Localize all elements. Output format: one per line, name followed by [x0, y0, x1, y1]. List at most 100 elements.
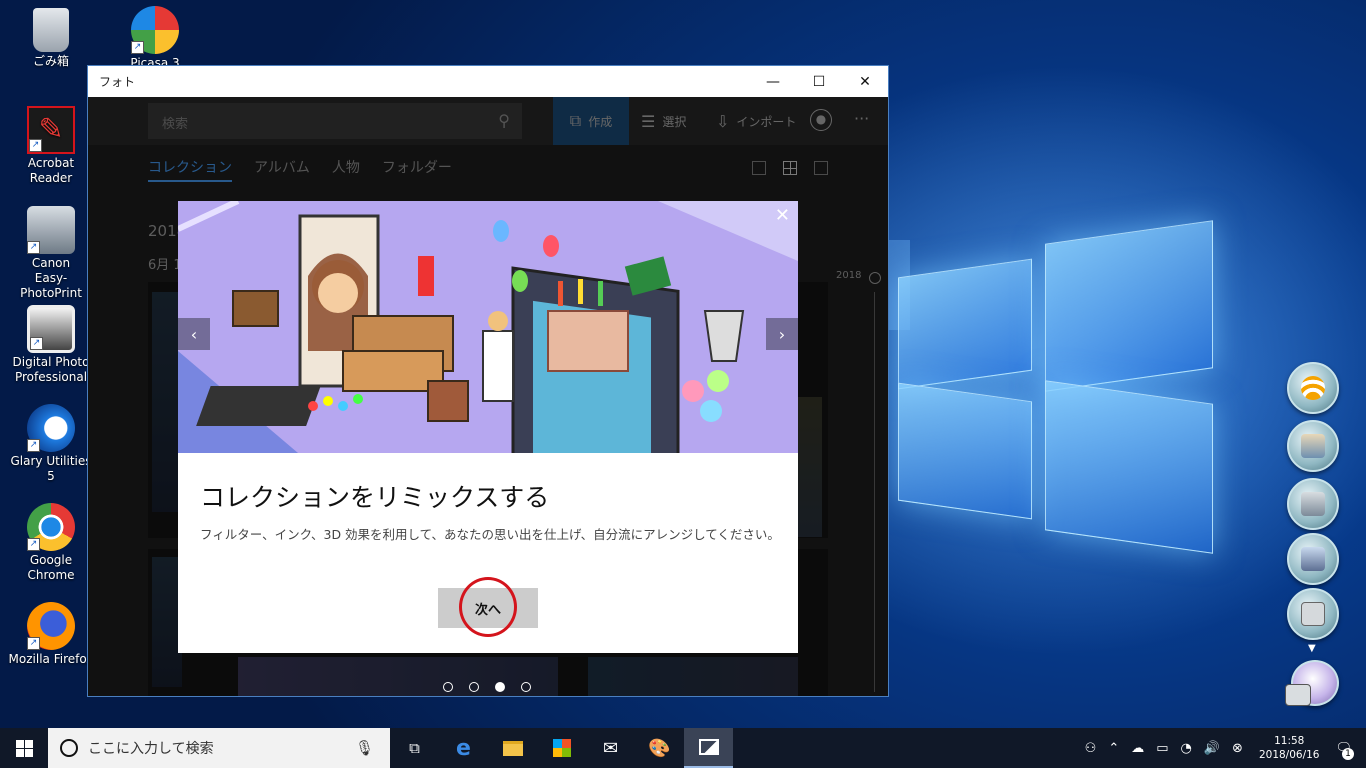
- wallpaper-logo-pane: [898, 258, 1032, 390]
- edge-icon: e: [456, 735, 471, 761]
- chevron-down-icon[interactable]: ▼: [1308, 643, 1316, 654]
- taskbar-photos[interactable]: [684, 728, 733, 768]
- gadget-photo-1[interactable]: [1287, 420, 1339, 472]
- wallpaper-logo-pane: [1045, 220, 1213, 392]
- cortana-icon: [60, 739, 78, 757]
- pager-dots: [443, 682, 531, 692]
- shortcut-arrow-icon: ↗: [27, 538, 40, 551]
- remix-illustration: [178, 201, 798, 453]
- chrome-icon: ↗: [27, 503, 75, 551]
- acrobat-icon: ✎ ↗: [27, 106, 75, 154]
- desktop-icon-label: Canon Easy-PhotoPrint: [20, 256, 82, 300]
- task-view-button[interactable]: ⧉: [390, 728, 439, 768]
- notification-badge: 1: [1342, 747, 1354, 760]
- photos-app-icon: [698, 739, 719, 755]
- dialog-close-icon[interactable]: ✕: [775, 205, 790, 226]
- desktop-icon-label: Digital Photo Professional: [12, 355, 90, 384]
- folder-icon: [502, 740, 523, 756]
- taskbar-mail[interactable]: ✉: [586, 728, 635, 768]
- pager-dot-active[interactable]: [495, 682, 505, 692]
- previous-arrow-button[interactable]: ‹: [178, 318, 210, 350]
- wallpaper-logo-pane: [898, 382, 1032, 520]
- desktop-icon-label: Google Chrome: [27, 553, 75, 582]
- dialog-title: コレクションをリミックスする: [200, 483, 550, 512]
- clock-date: 2018/06/16: [1258, 749, 1320, 761]
- shortcut-arrow-icon: ↗: [27, 241, 40, 254]
- gadget-photo-2[interactable]: [1287, 478, 1339, 530]
- taskbar-paint[interactable]: 🎨: [635, 728, 684, 768]
- chevron-left-icon: ‹: [190, 324, 198, 344]
- taskbar-file-explorer[interactable]: [488, 728, 537, 768]
- shortcut-arrow-icon: ↗: [131, 41, 144, 54]
- shortcut-arrow-icon: ↗: [29, 139, 42, 152]
- onedrive-icon[interactable]: ☁: [1131, 741, 1144, 756]
- solution-menu-icon: [1285, 684, 1311, 706]
- desktop-icon-dpp[interactable]: ↗ Digital Photo Professional: [6, 305, 96, 385]
- wallpaper-logo-pane: [1045, 380, 1213, 554]
- action-center-icon[interactable]: 🗨 1: [1335, 741, 1354, 760]
- microphone-icon[interactable]: 🎙: [355, 739, 374, 757]
- network-icon[interactable]: ◔: [1181, 741, 1192, 756]
- shortcut-arrow-icon: ↗: [27, 637, 40, 650]
- camera-photo-icon: ↗: [27, 305, 75, 353]
- maximize-button[interactable]: ☐: [796, 66, 842, 97]
- desktop-icon-acrobat[interactable]: ✎ ↗ Acrobat Reader: [6, 106, 96, 186]
- desktop-icon-picasa[interactable]: ↗ Picasa 3: [110, 6, 200, 71]
- wifi-icon: [1301, 376, 1325, 400]
- pager-dot[interactable]: [521, 682, 531, 692]
- gadget-photo-3[interactable]: [1287, 533, 1339, 585]
- taskbar: ここに入力して検索 🎙 ⧉ e ✉ 🎨 ⚇ ⌃ ☁ ▭ ◔ 🔊 ⊗ 11:58 …: [0, 728, 1366, 768]
- tray-status-icon[interactable]: ⊗: [1232, 741, 1243, 756]
- shortcut-arrow-icon: ↗: [27, 439, 40, 452]
- highlight-circle-annotation: [459, 577, 517, 637]
- taskbar-edge[interactable]: e: [439, 728, 488, 768]
- gadget-solution-menu[interactable]: [1287, 588, 1339, 640]
- desktop-icon-firefox[interactable]: ↗ Mozilla Firefox: [6, 602, 96, 667]
- desktop-icon-recycle-bin[interactable]: ごみ箱: [6, 8, 96, 69]
- photo-icon: [1301, 434, 1325, 458]
- close-button[interactable]: ✕: [842, 66, 888, 97]
- volume-icon[interactable]: 🔊: [1204, 741, 1220, 756]
- clock[interactable]: 11:58 2018/06/16: [1259, 734, 1320, 762]
- title-bar: フォト — ☐ ✕: [88, 66, 888, 97]
- glary-utilities-icon: ↗: [27, 404, 75, 452]
- gadget-launcher[interactable]: [1285, 660, 1339, 706]
- battery-icon[interactable]: ▭: [1156, 741, 1168, 756]
- photo-icon: [1301, 492, 1325, 516]
- taskbar-search-box[interactable]: ここに入力して検索 🎙: [48, 728, 390, 768]
- pager-dot[interactable]: [469, 682, 479, 692]
- system-tray: ⚇ ⌃ ☁ ▭ ◔ 🔊 ⊗ 11:58 2018/06/16 🗨 1: [1079, 728, 1366, 768]
- feature-tour-dialog: ✕ ‹ › コレクションをリミックスする フィルター、インク、3D 効果を利用し…: [178, 201, 798, 653]
- desktop-icon-label: Acrobat Reader: [27, 156, 75, 185]
- task-view-icon: ⧉: [409, 739, 420, 757]
- hero-illustration: ✕ ‹ ›: [178, 201, 798, 453]
- chevron-up-icon[interactable]: ⌃: [1108, 741, 1119, 756]
- windows-logo-icon: [15, 739, 33, 757]
- shortcut-arrow-icon: ↗: [30, 337, 43, 350]
- taskbar-search-placeholder: ここに入力して検索: [88, 741, 214, 757]
- dialog-description: フィルター、インク、3D 効果を利用して、あなたの思い出を仕上げ、自分流にアレン…: [200, 527, 780, 542]
- next-arrow-button[interactable]: ›: [766, 318, 798, 350]
- gadget-wifi[interactable]: [1287, 362, 1339, 414]
- people-icon[interactable]: ⚇: [1085, 741, 1097, 756]
- chevron-right-icon: ›: [778, 324, 786, 344]
- recycle-bin-icon: [33, 8, 69, 52]
- desktop-icon-chrome[interactable]: ↗ Google Chrome: [6, 503, 96, 583]
- solution-menu-icon: [1301, 602, 1325, 626]
- minimize-button[interactable]: —: [750, 66, 796, 97]
- taskbar-store[interactable]: [537, 728, 586, 768]
- pager-dot[interactable]: [443, 682, 453, 692]
- window-title: フォト: [99, 75, 136, 89]
- firefox-icon: ↗: [27, 602, 75, 650]
- photo-icon: [1301, 547, 1325, 571]
- clock-time: 11:58: [1274, 735, 1305, 747]
- desktop-icon-glary[interactable]: ↗ Glary Utilities 5: [6, 404, 96, 484]
- printer-icon: ↗: [27, 206, 75, 254]
- start-button[interactable]: [0, 728, 48, 768]
- desktop-icon-label: Mozilla Firefox: [8, 652, 94, 666]
- desktop-icon-canon[interactable]: ↗ Canon Easy-PhotoPrint: [6, 206, 96, 301]
- store-icon: [552, 739, 571, 757]
- desktop-icon-label: ごみ箱: [32, 54, 69, 68]
- desktop-icon-label: Glary Utilities 5: [10, 454, 92, 483]
- paint-palette-icon: 🎨: [648, 737, 671, 759]
